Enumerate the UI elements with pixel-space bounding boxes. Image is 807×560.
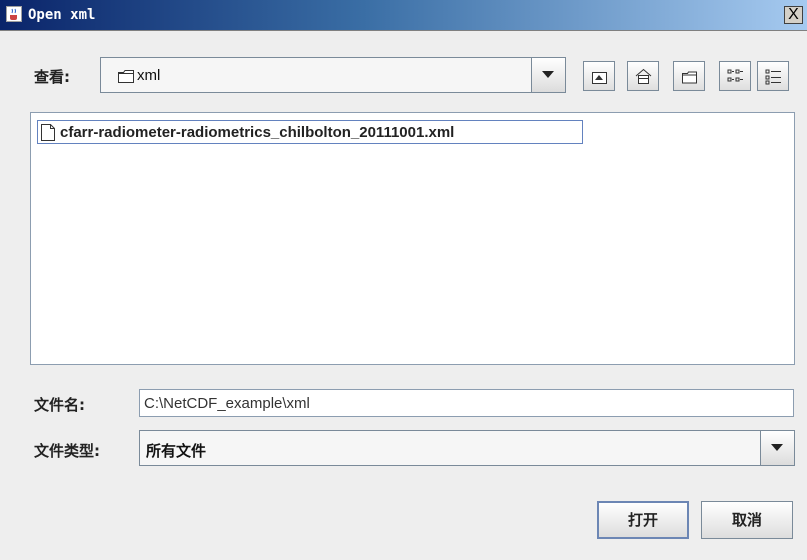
- up-one-level-button[interactable]: [583, 61, 615, 91]
- close-button[interactable]: X: [784, 6, 803, 24]
- details-view-button[interactable]: [757, 61, 789, 91]
- list-view-button[interactable]: [719, 61, 751, 91]
- file-type-label: 文件类型:: [34, 442, 100, 460]
- look-in-value: xml: [137, 67, 161, 84]
- new-folder-button[interactable]: [673, 61, 705, 91]
- file-name-field[interactable]: [139, 389, 794, 417]
- window-title: Open xml: [28, 7, 96, 23]
- home-button[interactable]: [627, 61, 659, 91]
- look-in-label: 查看:: [34, 68, 70, 86]
- cancel-button[interactable]: 取消: [701, 501, 793, 539]
- file-name: cfarr-radiometer-radiometrics_chilbolton…: [60, 124, 455, 141]
- java-coffee-icon: [6, 6, 22, 22]
- file-list[interactable]: cfarr-radiometer-radiometrics_chilbolton…: [30, 112, 795, 365]
- folder-icon: [118, 70, 134, 88]
- open-button[interactable]: 打开: [597, 501, 689, 539]
- list-item[interactable]: cfarr-radiometer-radiometrics_chilbolton…: [37, 120, 583, 144]
- file-type-value: 所有文件: [146, 442, 207, 460]
- look-in-combo[interactable]: xml: [100, 57, 566, 93]
- file-name-input[interactable]: [144, 394, 784, 412]
- chevron-down-icon[interactable]: [531, 58, 565, 92]
- file-name-label: 文件名:: [34, 396, 85, 414]
- chevron-down-icon[interactable]: [760, 431, 794, 465]
- file-type-combo[interactable]: 所有文件: [139, 430, 795, 466]
- title-bar: Open xml X: [0, 0, 807, 31]
- file-icon: [41, 124, 55, 146]
